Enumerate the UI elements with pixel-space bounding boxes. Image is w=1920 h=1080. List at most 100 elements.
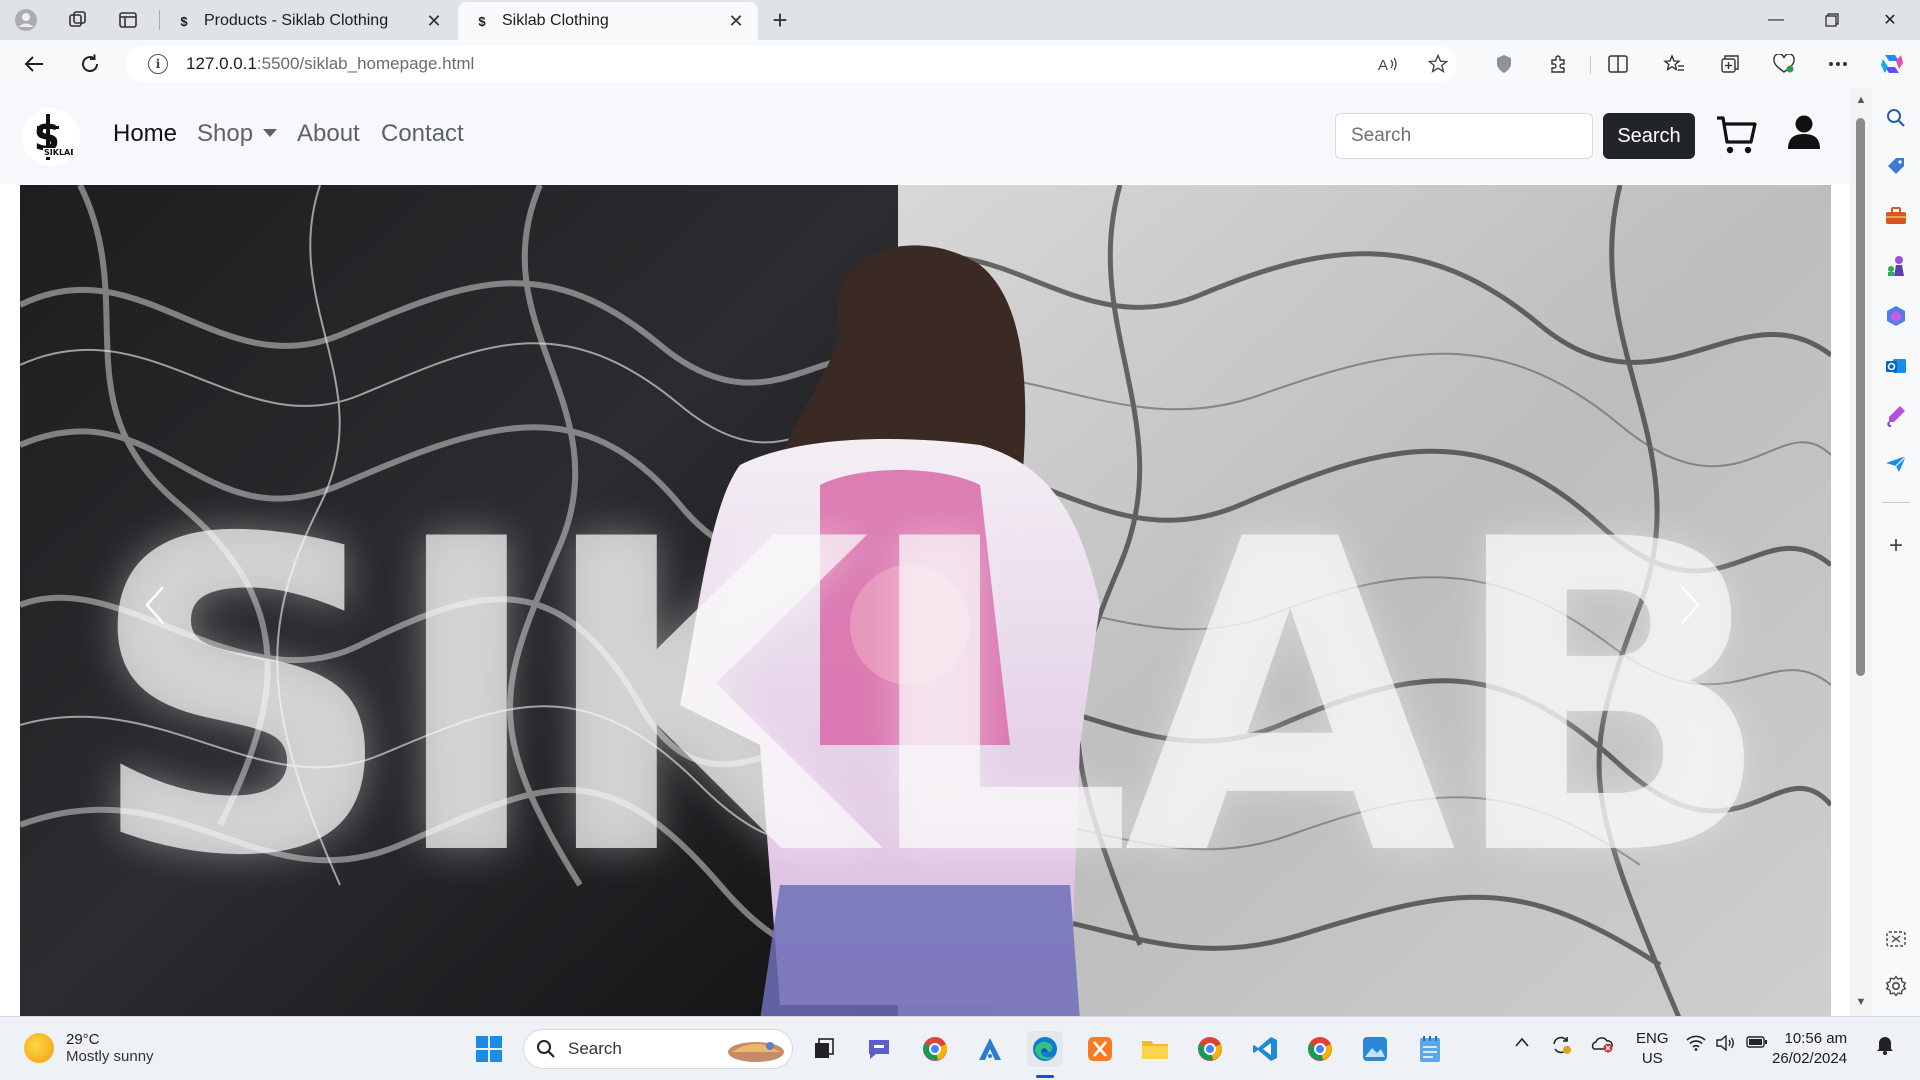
carousel-prev-button[interactable] [125, 570, 185, 640]
file-explorer-icon[interactable] [1137, 1031, 1173, 1067]
windows-start-icon[interactable] [471, 1031, 507, 1067]
siklab-logo[interactable]: S SIKLAB [22, 108, 80, 166]
sidebar-settings-gear-icon[interactable] [1882, 972, 1910, 1000]
tab-siklab-clothing[interactable]: $ Siklab Clothing ✕ [458, 2, 758, 40]
profile-icon[interactable] [10, 4, 42, 36]
onedrive-error-icon[interactable] [1590, 1035, 1614, 1058]
workspaces-icon[interactable] [62, 4, 94, 36]
toolbar-divider [1590, 56, 1591, 74]
chevron-right-icon [1681, 586, 1700, 624]
close-tab-icon[interactable]: ✕ [722, 7, 750, 35]
favorites-icon[interactable] [1658, 48, 1690, 80]
outlook-icon[interactable] [1882, 352, 1910, 380]
address-bar[interactable]: i 127.0.0.1:5500/siklab_homepage.html [126, 46, 1456, 82]
app-a-icon[interactable] [972, 1031, 1008, 1067]
cart-icon[interactable] [1715, 112, 1759, 156]
new-tab-button[interactable]: + [764, 4, 796, 36]
show-hidden-icons-chevron-icon[interactable] [1514, 1035, 1530, 1053]
weather-temperature: 29°C [66, 1031, 100, 1048]
nav-contact-link[interactable]: Contact [381, 120, 464, 148]
add-sidebar-app-icon[interactable]: + [1882, 532, 1910, 560]
send-icon[interactable] [1882, 450, 1910, 478]
chrome-icon[interactable] [1192, 1031, 1228, 1067]
favorite-star-icon[interactable] [1422, 48, 1454, 80]
close-tab-icon[interactable]: ✕ [420, 7, 448, 35]
xampp-icon[interactable] [1082, 1031, 1118, 1067]
microsoft-365-icon[interactable] [1882, 302, 1910, 330]
wifi-icon[interactable] [1686, 1035, 1706, 1056]
battery-icon[interactable] [1746, 1035, 1768, 1054]
tools-briefcase-icon[interactable] [1882, 202, 1910, 230]
refresh-button[interactable] [72, 48, 108, 80]
copilot-icon[interactable] [1876, 48, 1908, 80]
scroll-down-arrow-icon[interactable]: ▼ [1855, 996, 1867, 1008]
taskbar-search-label: Search [568, 1039, 622, 1058]
chevron-left-icon [145, 586, 164, 624]
settings-more-icon[interactable] [1822, 48, 1854, 80]
tab-actions-icon[interactable] [112, 4, 144, 36]
language-indicator[interactable]: ENG US [1636, 1029, 1669, 1069]
tab-title: Products - Siklab Clothing [204, 12, 389, 29]
page-scrollbar[interactable]: ▲ ▼ [1850, 88, 1872, 1016]
browser-essentials-icon[interactable] [1768, 48, 1800, 80]
language-code: ENG [1636, 1030, 1669, 1047]
scroll-up-arrow-icon[interactable]: ▲ [1855, 94, 1867, 106]
clock-time: 10:56 am [1784, 1030, 1848, 1047]
system-clock[interactable]: 10:56 am 26/02/2024 [1772, 1029, 1847, 1069]
hero-carousel: SIKLAB [20, 185, 1831, 1016]
shopping-tag-icon[interactable] [1882, 152, 1910, 180]
sun-weather-icon [24, 1033, 54, 1063]
notepad-icon[interactable] [1412, 1031, 1448, 1067]
site-search-input[interactable] [1335, 113, 1593, 159]
chrome-profile-2-icon[interactable] [1302, 1031, 1338, 1067]
task-view-icon[interactable] [806, 1031, 842, 1067]
games-chess-icon[interactable] [1882, 252, 1910, 280]
user-account-icon[interactable] [1787, 114, 1821, 150]
nav-shop-dropdown[interactable]: Shop [197, 120, 278, 148]
close-window-button[interactable]: ✕ [1862, 0, 1918, 40]
search-highlight-icon [728, 1042, 784, 1062]
read-aloud-icon[interactable]: A [1372, 48, 1404, 80]
teams-chat-icon[interactable] [861, 1031, 897, 1067]
svg-text:A: A [1378, 57, 1388, 74]
shield-extension-icon[interactable] [1488, 48, 1520, 80]
nav-about-link[interactable]: About [297, 120, 360, 148]
scroll-thumb[interactable] [1856, 118, 1865, 676]
siklab-favicon-icon: $ [180, 13, 188, 29]
minimize-button[interactable]: — [1748, 0, 1804, 40]
site-search-button[interactable]: Search [1603, 113, 1695, 159]
hero-brand-text: SIKLAB [86, 450, 1774, 950]
web-page: S SIKLAB Home Shop About Contact Search [0, 88, 1850, 1016]
nav-shop-label: Shop [197, 120, 254, 147]
carousel-next-button[interactable] [1660, 570, 1720, 640]
svg-text:SIKLAB: SIKLAB [44, 148, 73, 157]
edge-browser-icon[interactable] [1027, 1031, 1063, 1067]
site-navbar: S SIKLAB Home Shop About Contact Search [0, 88, 1850, 184]
sync-icon[interactable] [1550, 1035, 1572, 1060]
designer-icon[interactable] [1882, 402, 1910, 430]
vscode-icon[interactable] [1247, 1031, 1283, 1067]
maximize-button[interactable] [1804, 0, 1860, 40]
browser-toolbar: i 127.0.0.1:5500/siklab_homepage.html A [0, 40, 1920, 88]
notifications-do-not-disturb-icon[interactable] [1876, 1035, 1894, 1060]
browser-tab-strip: $ Products - Siklab Clothing ✕ $ Siklab … [0, 0, 1920, 40]
tab-products[interactable]: $ Products - Siklab Clothing ✕ [160, 2, 456, 40]
chrome-profile-icon[interactable] [917, 1031, 953, 1067]
tab-title: Siklab Clothing [502, 12, 609, 29]
site-info-icon[interactable]: i [148, 54, 168, 74]
windows-taskbar: 29°C Mostly sunny Search ENG US 10:56 am… [0, 1016, 1920, 1080]
search-icon[interactable] [1882, 104, 1910, 132]
sidebar-screenshot-icon[interactable] [1882, 926, 1910, 954]
photos-icon[interactable] [1357, 1031, 1393, 1067]
weather-widget[interactable]: 29°C Mostly sunny [24, 1031, 154, 1065]
clock-date: 26/02/2024 [1772, 1050, 1848, 1067]
extensions-icon[interactable] [1542, 48, 1574, 80]
volume-icon[interactable] [1716, 1034, 1736, 1056]
split-screen-icon[interactable] [1602, 48, 1634, 80]
caret-down-icon [263, 128, 278, 137]
collections-icon[interactable] [1714, 48, 1746, 80]
url-text: 127.0.0.1:5500/siklab_homepage.html [186, 54, 475, 73]
taskbar-search-box[interactable]: Search [523, 1029, 793, 1069]
nav-home-link[interactable]: Home [113, 120, 177, 148]
back-button[interactable] [16, 48, 52, 80]
